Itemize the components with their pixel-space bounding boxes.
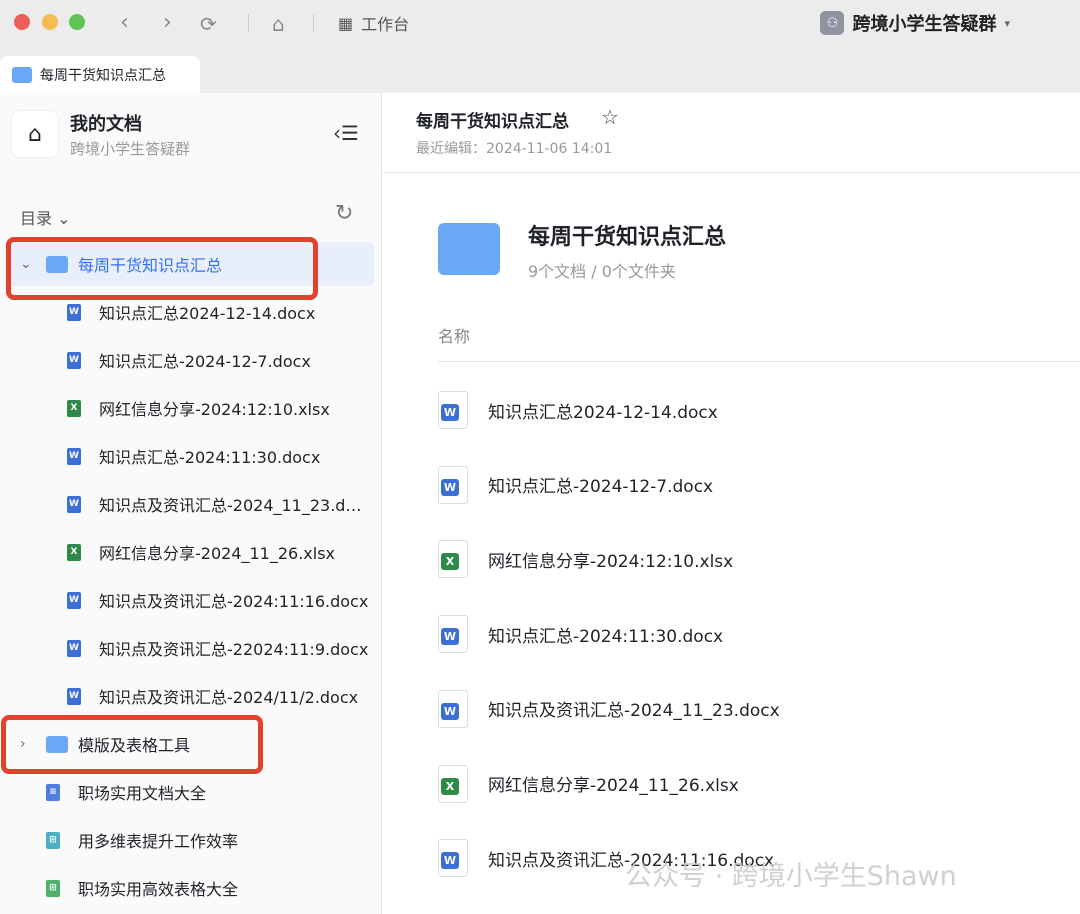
word-icon: W	[67, 591, 81, 609]
forward-icon[interactable]: ›	[163, 10, 172, 35]
last-edited: 最近编辑：2024-11-06 14:01	[416, 141, 613, 157]
item-label: 网红信息分享-2024:12:10.xlsx	[99, 400, 330, 419]
excel-file-icon: X	[438, 540, 468, 579]
group-switcher[interactable]: ⚇ 跨境小学生答疑群 ▾	[820, 10, 1010, 36]
excel-icon: X	[67, 543, 81, 561]
excel-file-icon: X	[438, 764, 468, 803]
minimize-window-button[interactable]	[42, 14, 58, 30]
folder-title: 每周干货知识点汇总	[528, 225, 727, 250]
collapse-sidebar-icon[interactable]: ‹☰	[333, 121, 359, 145]
file-row[interactable]: W 知识点汇总-2024:11:30.docx	[438, 614, 723, 654]
back-icon[interactable]: ‹	[120, 10, 129, 35]
zoom-window-button[interactable]	[69, 14, 85, 30]
list-item[interactable]: W 知识点及资讯汇总-2024_11_23.docx	[0, 482, 382, 526]
file-name: 网红信息分享-2024:12:10.xlsx	[488, 551, 734, 572]
word-icon: W	[67, 351, 81, 369]
file-name: 知识点汇总-2024-12-7.docx	[488, 477, 714, 498]
item-label: 知识点及资讯汇总-2024/11/2.docx	[99, 688, 359, 707]
file-name: 网红信息分享-2024_11_26.xlsx	[488, 776, 739, 796]
word-file-icon: W	[438, 615, 468, 654]
divider	[438, 361, 1080, 362]
caret-down-icon: ▾	[1004, 16, 1010, 30]
workbench-label: 工作台	[361, 15, 410, 34]
main-panel: 每周干货知识点汇总 ☆ 最近编辑：2024-11-06 14:01 每周干货知识…	[383, 93, 1080, 914]
item-label: 知识点及资讯汇总-2024:11:16.docx	[99, 592, 369, 611]
title-bar: ‹ › ⟳ ⌂ ▦ 工作台 ⚇ 跨境小学生答疑群 ▾	[0, 0, 1080, 50]
star-icon[interactable]: ☆	[601, 105, 619, 129]
word-icon: W	[67, 495, 81, 513]
list-item[interactable]: W 知识点及资讯汇总-2024/11/2.docx	[0, 674, 382, 718]
word-file-icon: W	[438, 689, 468, 728]
workbench-button[interactable]: ▦ 工作台	[338, 11, 409, 35]
sidebar: ⌂ 我的文档 跨境小学生答疑群 ‹☰ 目录 ⌄ ↻ ⌄ 每周干货知识点汇总 W 知识…	[0, 93, 382, 914]
refresh-icon[interactable]: ⟳	[200, 12, 217, 36]
tab-strip: 每周干货知识点汇总	[0, 50, 1080, 93]
list-item[interactable]: ≡ 职场实用文档大全	[0, 770, 382, 814]
item-label: 知识点及资讯汇总-22024:11:9.docx	[99, 640, 369, 659]
file-row[interactable]: X 网红信息分享-2024:12:10.xlsx	[438, 539, 733, 579]
toc-dropdown[interactable]: 目录 ⌄	[20, 205, 71, 229]
tab-weekly-summary[interactable]: 每周干货知识点汇总	[0, 56, 200, 93]
highlight-annotation	[6, 237, 318, 300]
item-label: 用多维表提升工作效率	[78, 832, 239, 851]
file-name: 知识点汇总-2024:11:30.docx	[488, 626, 724, 647]
main-header: 每周干货知识点汇总 ☆ 最近编辑：2024-11-06 14:01	[383, 93, 1080, 173]
item-label: 知识点汇总2024-12-14.docx	[99, 304, 316, 323]
highlight-annotation	[1, 715, 263, 774]
list-item[interactable]: W 知识点及资讯汇总-2024:11:16.docx	[0, 578, 382, 622]
file-row[interactable]: W 知识点汇总2024-12-14.docx	[438, 390, 718, 430]
word-icon: W	[67, 639, 81, 657]
file-row[interactable]: X 网红信息分享-2024_11_26.xlsx	[438, 764, 739, 804]
item-label: 知识点及资讯汇总-2024_11_23.docx	[99, 496, 369, 515]
sidebar-subtitle: 跨境小学生答疑群	[70, 140, 191, 158]
list-item[interactable]: W 知识点汇总-2024-12-7.docx	[0, 338, 382, 382]
group-name: 跨境小学生答疑群	[852, 14, 997, 35]
list-item[interactable]: W 知识点及资讯汇总-22024:11:9.docx	[0, 626, 382, 670]
column-header-name[interactable]: 名称	[438, 323, 470, 347]
divider	[248, 14, 249, 32]
list-item[interactable]: ⊞ 职场实用高效表格大全	[0, 866, 382, 910]
base-table-icon: ⊞	[46, 831, 60, 849]
org-icon: ⚇	[820, 11, 845, 35]
word-file-icon: W	[438, 391, 468, 429]
word-icon: W	[67, 303, 81, 321]
close-window-button[interactable]	[14, 14, 30, 30]
folder-icon	[438, 223, 500, 275]
item-label: 知识点汇总-2024:11:30.docx	[99, 448, 321, 467]
grid-icon: ▦	[338, 13, 354, 33]
list-item[interactable]: ⊞ 用多维表提升工作效率	[0, 818, 382, 862]
home-icon[interactable]: ⌂	[272, 12, 285, 36]
word-file-icon: W	[438, 839, 468, 878]
item-label: 职场实用高效表格大全	[78, 880, 239, 899]
word-file-icon: W	[438, 465, 468, 504]
word-icon: W	[67, 687, 81, 705]
sidebar-title: 我的文档	[70, 114, 142, 135]
divider	[313, 14, 314, 32]
doc-icon: ≡	[46, 783, 60, 801]
item-label: 知识点汇总-2024-12-7.docx	[99, 352, 311, 371]
folder-icon	[12, 66, 32, 83]
file-name: 知识点汇总2024-12-14.docx	[488, 402, 718, 423]
file-name: 知识点及资讯汇总-2024_11_23.docx	[488, 701, 780, 722]
excel-icon: X	[67, 399, 81, 417]
sheet-icon: ⊞	[46, 879, 60, 897]
list-item[interactable]: X 网红信息分享-2024_11_26.xlsx	[0, 530, 382, 574]
page-title: 每周干货知识点汇总	[416, 112, 569, 132]
home-icon[interactable]: ⌂	[12, 111, 58, 157]
watermark: 公众号 · 跨境小学生Shawn	[625, 861, 957, 892]
file-row[interactable]: W 知识点及资讯汇总-2024_11_23.docx	[438, 689, 780, 729]
item-label: 网红信息分享-2024_11_26.xlsx	[99, 544, 336, 563]
tab-label: 每周干货知识点汇总	[40, 67, 166, 84]
refresh-icon[interactable]: ↻	[335, 201, 353, 226]
word-icon: W	[67, 447, 81, 465]
file-row[interactable]: W 知识点汇总-2024-12-7.docx	[438, 465, 713, 505]
list-item[interactable]: X 网红信息分享-2024:12:10.xlsx	[0, 386, 382, 430]
item-label: 职场实用文档大全	[78, 784, 207, 803]
folder-count: 9个文档 / 0个文件夹	[528, 262, 676, 281]
list-item[interactable]: W 知识点汇总-2024:11:30.docx	[0, 434, 382, 478]
